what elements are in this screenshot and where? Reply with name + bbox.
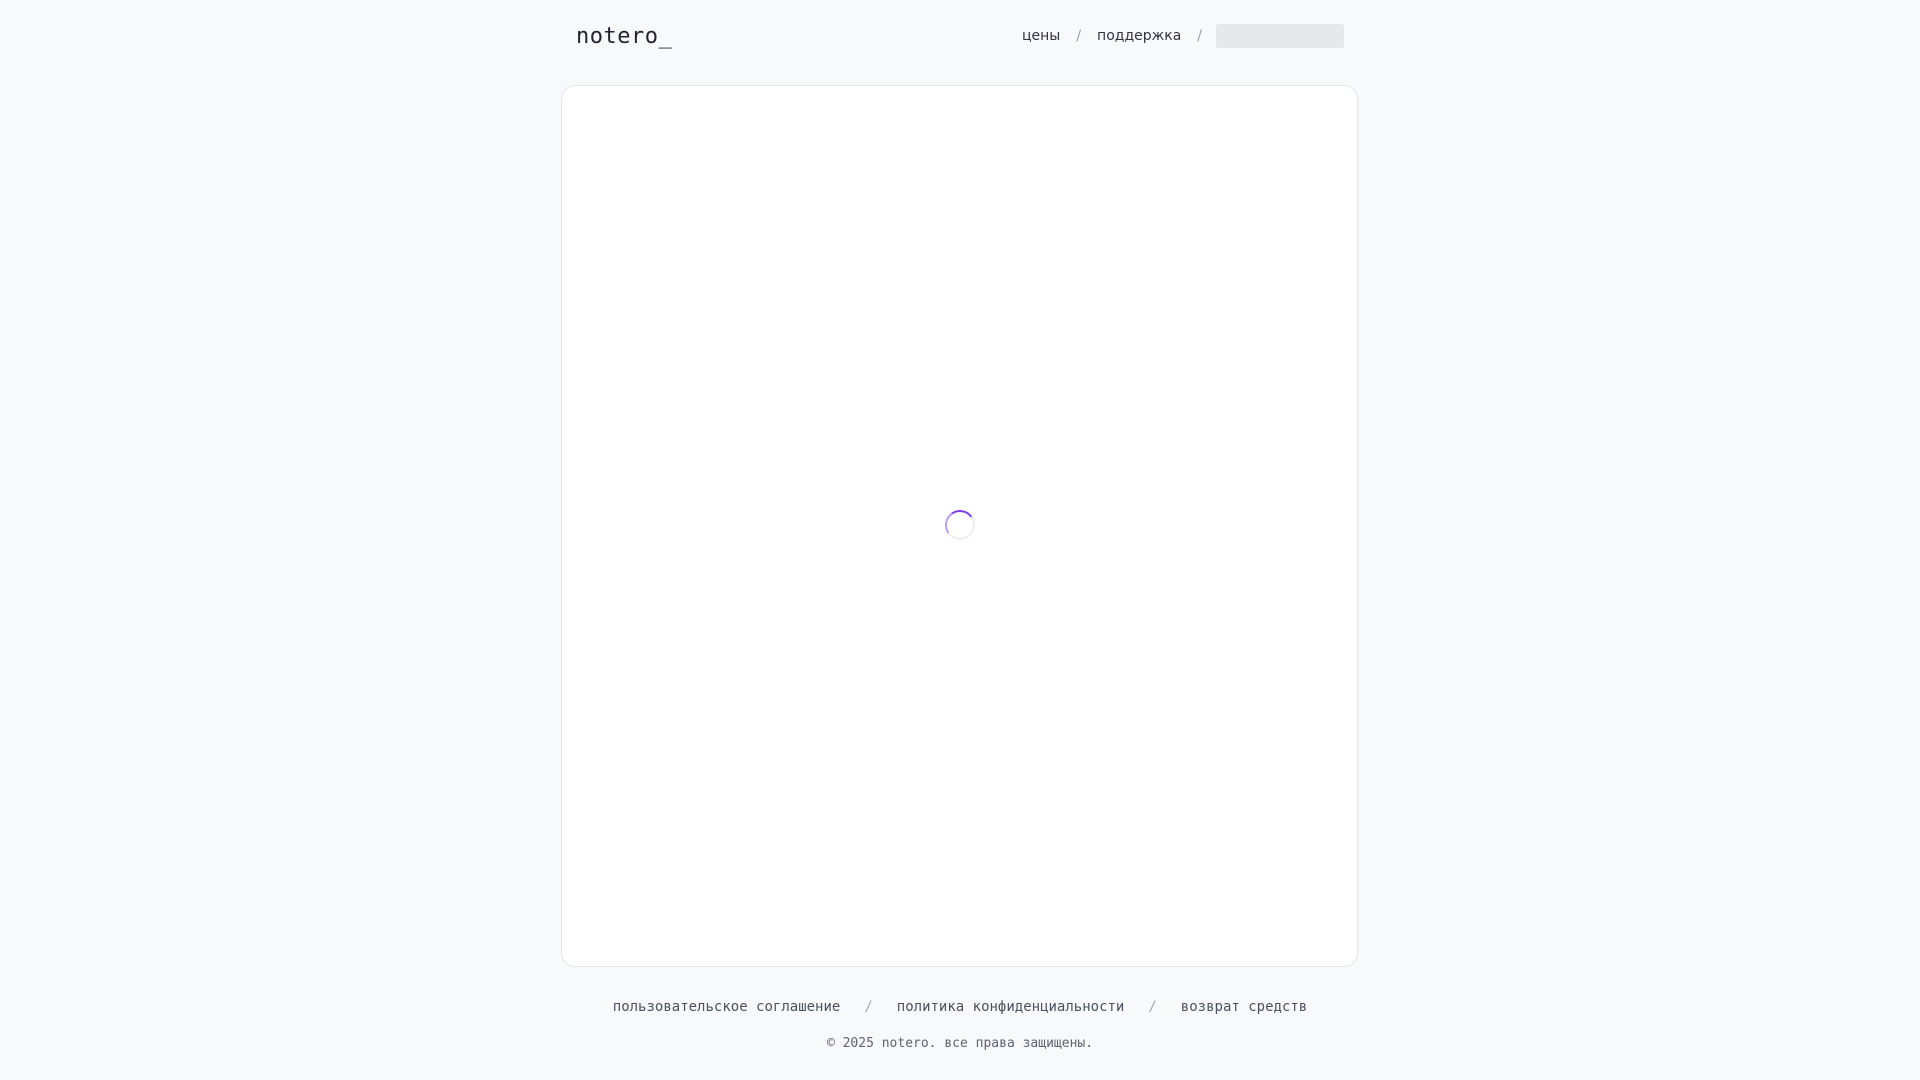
nav-link-pricing[interactable]: цены <box>1020 28 1062 44</box>
site-header: notero_ цены / поддержка / <box>560 14 1360 62</box>
nav-separator: / <box>1076 28 1082 44</box>
main-content-card <box>561 85 1358 967</box>
page: notero_ цены / поддержка / пользовательс… <box>0 0 1920 1080</box>
footer-separator: / <box>1148 999 1157 1015</box>
footer-separator: / <box>864 999 873 1015</box>
footer-link-terms[interactable]: пользовательское соглашение <box>613 999 841 1015</box>
account-button-placeholder <box>1216 24 1344 48</box>
footer-links: пользовательское соглашение / политика к… <box>0 999 1920 1015</box>
footer-link-refund[interactable]: возврат средств <box>1181 999 1307 1015</box>
site-logo[interactable]: notero_ <box>576 24 672 49</box>
footer-link-privacy[interactable]: политика конфиденциальности <box>897 999 1125 1015</box>
top-nav: цены / поддержка / <box>1020 24 1344 48</box>
nav-link-support[interactable]: поддержка <box>1095 28 1183 44</box>
nav-separator: / <box>1197 28 1202 44</box>
loading-spinner-icon <box>942 507 978 543</box>
footer-copyright: © 2025 notero. все права защищены. <box>826 1036 1094 1051</box>
